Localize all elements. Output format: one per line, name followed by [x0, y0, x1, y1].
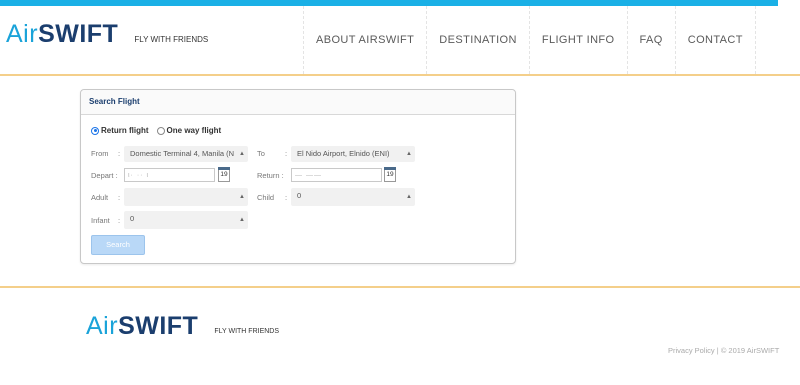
- radio-return-label: Return flight: [101, 126, 149, 135]
- select-arrows-icon: ▲: [239, 151, 245, 157]
- depart-date-input[interactable]: ι· ·· ι: [124, 168, 215, 182]
- child-value: 0: [297, 191, 302, 200]
- footer-divider: [0, 286, 800, 288]
- footer-brand-swift: SWIFT: [118, 312, 199, 340]
- nav-about[interactable]: ABOUT AIRSWIFT: [303, 6, 426, 74]
- header-logo[interactable]: AirSWIFT FLY WITH FRIENDS: [6, 18, 208, 50]
- child-colon: :: [285, 193, 288, 202]
- return-value: — ——: [295, 172, 322, 179]
- from-colon: :: [118, 149, 121, 158]
- select-arrows-icon: ▲: [406, 194, 412, 200]
- header-divider: [0, 74, 800, 76]
- privacy-policy-link[interactable]: Privacy Policy: [668, 346, 715, 355]
- nav-contact[interactable]: CONTACT: [674, 6, 756, 74]
- panel-title: Search Flight: [81, 90, 515, 115]
- select-arrows-icon: ▲: [239, 194, 245, 200]
- depart-value: ι· ·· ι: [128, 172, 149, 179]
- depart-label: Depart :: [91, 171, 118, 180]
- to-value: El Nido Airport, Elnido (ENI): [297, 149, 390, 158]
- to-select[interactable]: El Nido Airport, Elnido (ENI) ▲: [291, 146, 415, 162]
- adult-label: Adult: [91, 193, 109, 202]
- infant-label: Infant: [91, 216, 110, 225]
- nav-flight-info[interactable]: FLIGHT INFO: [528, 6, 627, 74]
- from-value: Domestic Terminal 4, Manila (N: [130, 149, 235, 158]
- brand-swift: SWIFT: [38, 20, 119, 48]
- radio-return-flight[interactable]: Return flight: [91, 126, 149, 135]
- footer-copyright: Privacy Policy | © 2019 AirSWIFT: [668, 346, 779, 355]
- nav-destination[interactable]: DESTINATION: [426, 6, 529, 74]
- brand-wordmark: AirSWIFT: [6, 18, 118, 50]
- infant-value: 0: [130, 214, 135, 223]
- return-label: Return :: [257, 171, 284, 180]
- search-flight-panel: Search Flight Return flight One way flig…: [80, 89, 516, 264]
- footer-logo[interactable]: AirSWIFT FLY WITH FRIENDS: [86, 310, 279, 342]
- radio-empty-icon: [156, 126, 165, 135]
- radio-oneway-label: One way flight: [166, 126, 222, 135]
- search-button[interactable]: Search: [91, 235, 145, 255]
- from-label: From: [91, 149, 109, 158]
- adult-select[interactable]: ▲: [124, 188, 248, 206]
- select-arrows-icon: ▲: [406, 151, 412, 157]
- select-arrows-icon: ▲: [239, 217, 245, 223]
- infant-select[interactable]: 0 ▲: [124, 211, 248, 229]
- footer-brand-air: Air: [86, 312, 119, 340]
- copyright-text: © 2019 AirSWIFT: [720, 346, 780, 355]
- radio-one-way-flight[interactable]: One way flight: [156, 126, 222, 135]
- child-select[interactable]: 0 ▲: [291, 188, 415, 206]
- footer-tagline: FLY WITH FRIENDS: [214, 328, 280, 335]
- return-date-input[interactable]: — ——: [291, 168, 382, 182]
- to-colon: :: [285, 149, 288, 158]
- adult-colon: :: [118, 193, 121, 202]
- from-select[interactable]: Domestic Terminal 4, Manila (N ▲: [124, 146, 248, 162]
- return-calendar-icon[interactable]: 19: [384, 167, 396, 182]
- trip-type-group: Return flight One way flight: [91, 126, 229, 135]
- to-label: To: [257, 149, 265, 158]
- main-nav: ABOUT AIRSWIFT DESTINATION FLIGHT INFO F…: [303, 6, 756, 74]
- footer-brand-wordmark: AirSWIFT: [86, 310, 198, 342]
- brand-air: Air: [6, 20, 39, 48]
- radio-selected-icon: [91, 126, 99, 135]
- brand-tagline: FLY WITH FRIENDS: [134, 35, 209, 44]
- nav-faq[interactable]: FAQ: [626, 6, 675, 74]
- depart-calendar-icon[interactable]: 19: [218, 167, 230, 182]
- infant-colon: :: [118, 216, 121, 225]
- child-label: Child: [257, 193, 275, 202]
